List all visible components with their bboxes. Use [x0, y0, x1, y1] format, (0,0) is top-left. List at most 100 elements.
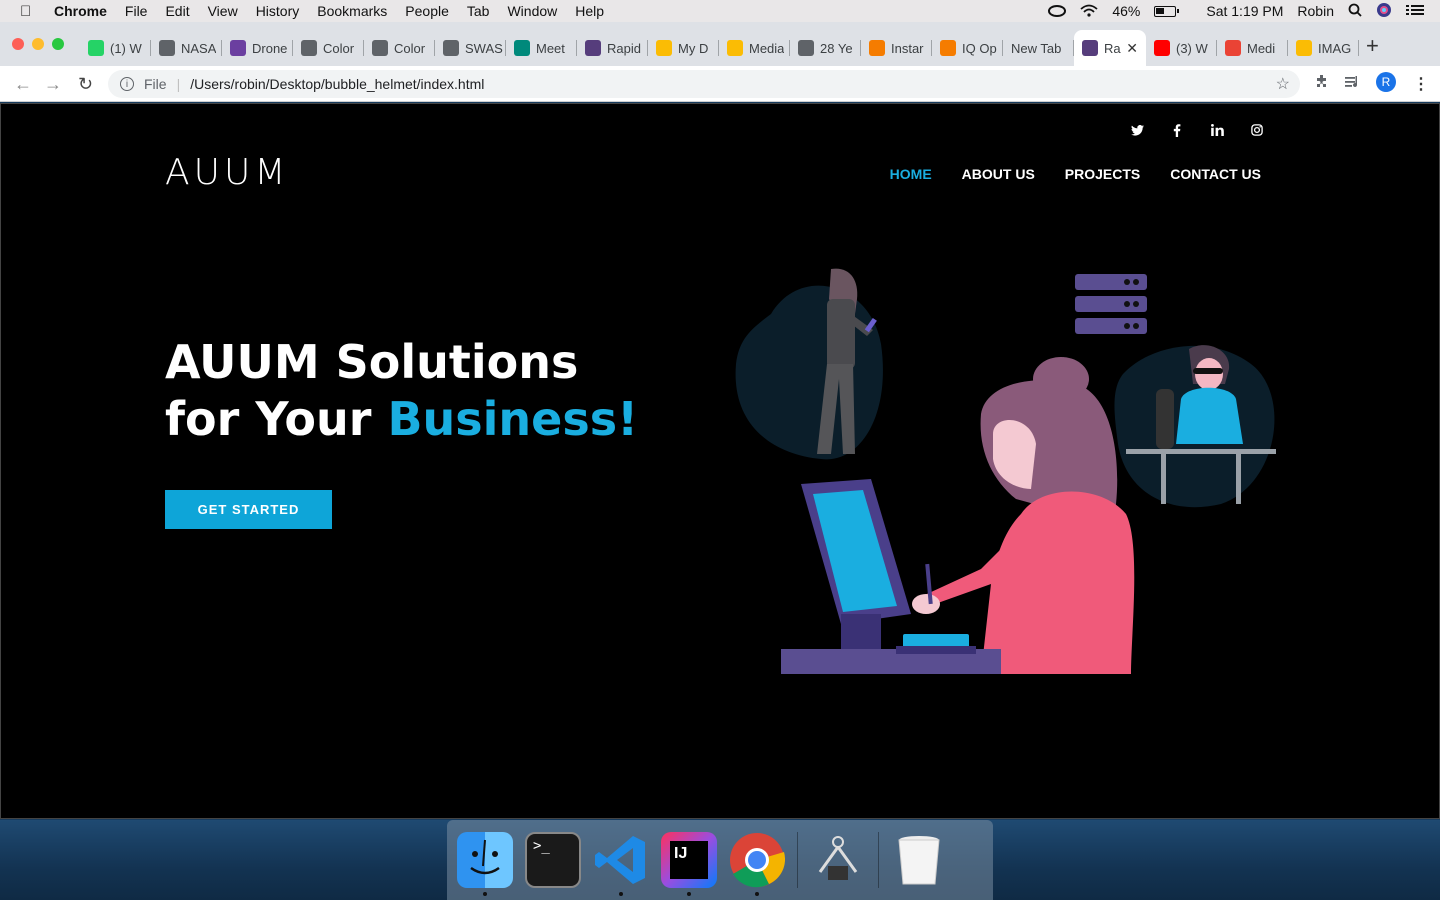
- twitter-icon[interactable]: [1131, 124, 1144, 140]
- tab[interactable]: Rapid: [577, 30, 648, 66]
- menu-tab[interactable]: Tab: [467, 3, 490, 19]
- back-arrow-icon[interactable]: ←: [14, 74, 32, 95]
- chrome-menu-icon[interactable]: ⋮: [1413, 74, 1429, 94]
- close-tab-icon[interactable]: ✕: [1126, 40, 1138, 57]
- tab-label: Medi: [1247, 40, 1276, 56]
- running-indicator: [619, 892, 623, 896]
- running-indicator: [755, 892, 759, 896]
- web-page-viewport: AUUM HOME ABOUT US PROJECTS CONTACT US A…: [0, 103, 1440, 819]
- main-person-figure: [912, 357, 1135, 674]
- tab[interactable]: Meet: [506, 30, 577, 66]
- tab-label: NASA: [181, 40, 217, 56]
- tab-label: Media: [749, 40, 785, 56]
- tab[interactable]: New Tab: [1003, 30, 1074, 66]
- tab[interactable]: IMAG: [1288, 30, 1359, 66]
- system-info-icon[interactable]: [810, 832, 866, 888]
- tab-label: IMAG: [1318, 40, 1352, 56]
- address-bar[interactable]: i File | /Users/robin/Desktop/bubble_hel…: [108, 70, 1300, 98]
- site-info-icon[interactable]: i: [120, 77, 134, 91]
- tab[interactable]: (3) W: [1146, 30, 1217, 66]
- url-separator: |: [176, 76, 181, 92]
- reload-icon[interactable]: ↻: [78, 74, 93, 95]
- menu-window[interactable]: Window: [507, 3, 557, 19]
- tab[interactable]: SWAS: [435, 30, 506, 66]
- vscode-icon[interactable]: [593, 832, 649, 896]
- whatsapp-icon: [88, 40, 104, 56]
- facebook-icon[interactable]: [1171, 124, 1183, 140]
- tab[interactable]: Medi: [1217, 30, 1288, 66]
- menu-history[interactable]: History: [256, 3, 300, 19]
- nav-home[interactable]: HOME: [890, 166, 932, 182]
- apple-menu-icon[interactable]: : [20, 3, 36, 20]
- menu-file[interactable]: File: [125, 3, 148, 19]
- tab[interactable]: Media: [719, 30, 790, 66]
- tab-label: Color: [323, 40, 355, 56]
- menu-view[interactable]: View: [208, 3, 238, 19]
- nav-about-us[interactable]: ABOUT US: [962, 166, 1035, 182]
- get-started-button[interactable]: GET STARTED: [165, 490, 332, 529]
- tab-label: (3) W: [1176, 40, 1208, 56]
- menu-clock[interactable]: Sat 1:19 PM: [1206, 3, 1283, 19]
- close-window-button[interactable]: [12, 38, 24, 50]
- new-tab-button[interactable]: +: [1366, 35, 1379, 57]
- wifi-icon[interactable]: [1080, 4, 1098, 18]
- menu-people[interactable]: People: [405, 3, 449, 19]
- menu-help[interactable]: Help: [575, 3, 604, 19]
- intellij-icon[interactable]: IJ: [661, 832, 717, 896]
- tab[interactable]: Color: [364, 30, 435, 66]
- spotlight-search-icon[interactable]: [1348, 3, 1362, 20]
- menu-user[interactable]: Robin: [1297, 3, 1334, 19]
- tab[interactable]: Color: [293, 30, 364, 66]
- dock-separator: [878, 832, 879, 888]
- tab-strip: (1) W NASA Drone Color Color SWAS Meet Rapid My …: [0, 22, 1440, 66]
- fullscreen-window-button[interactable]: [52, 38, 64, 50]
- globe-icon: [798, 40, 814, 56]
- nav-projects[interactable]: PROJECTS: [1065, 166, 1140, 182]
- dock-separator: [797, 832, 798, 888]
- forward-arrow-icon[interactable]: →: [44, 74, 62, 95]
- tab[interactable]: 28 Ye: [790, 30, 861, 66]
- notification-center-icon[interactable]: [1406, 3, 1424, 20]
- running-indicator: [483, 892, 487, 896]
- tab[interactable]: NASA: [151, 30, 222, 66]
- hero-title-accent: Business!: [387, 392, 639, 446]
- nav-contact-us[interactable]: CONTACT US: [1170, 166, 1261, 182]
- tab-label: Color: [394, 40, 426, 56]
- tab[interactable]: My D: [648, 30, 719, 66]
- browser-toolbar: ← → ↻ i File | /Users/robin/Desktop/bubb…: [0, 66, 1440, 102]
- site-logo[interactable]: AUUM: [165, 152, 289, 193]
- creative-cloud-icon[interactable]: [1048, 4, 1067, 18]
- terminal-icon[interactable]: >_: [525, 832, 581, 888]
- menu-bookmarks[interactable]: Bookmarks: [317, 3, 387, 19]
- tab-label: Meet: [536, 40, 565, 56]
- media-controls-icon[interactable]: [1344, 74, 1362, 95]
- battery-icon[interactable]: [1154, 5, 1180, 17]
- main-nav: HOME ABOUT US PROJECTS CONTACT US: [890, 166, 1261, 182]
- tab-label: Instar: [891, 40, 924, 56]
- menu-app-name[interactable]: Chrome: [54, 3, 107, 19]
- menu-edit[interactable]: Edit: [165, 3, 189, 19]
- url-path[interactable]: /Users/robin/Desktop/bubble_helmet/index…: [190, 76, 484, 92]
- bootstrap-icon: [1082, 40, 1098, 56]
- linkedin-icon[interactable]: [1211, 124, 1224, 140]
- drive-icon: [656, 40, 672, 56]
- tab[interactable]: (1) W: [80, 30, 151, 66]
- tab[interactable]: IQ Op: [932, 30, 1003, 66]
- chrome-icon[interactable]: [729, 832, 785, 896]
- window-controls: [12, 38, 64, 50]
- tab[interactable]: Drone: [222, 30, 293, 66]
- instagram-icon[interactable]: [1251, 124, 1263, 140]
- analytics-icon: [940, 40, 956, 56]
- minimize-window-button[interactable]: [32, 38, 44, 50]
- tab-active[interactable]: Ra ✕: [1074, 30, 1146, 66]
- profile-avatar[interactable]: R: [1376, 72, 1396, 92]
- trash-icon[interactable]: [891, 832, 947, 888]
- standing-person-bubble: [735, 285, 883, 460]
- server-stack-icon: [1075, 274, 1147, 334]
- siri-icon[interactable]: [1376, 2, 1392, 21]
- site-icon: [230, 40, 246, 56]
- extensions-icon[interactable]: [1314, 74, 1330, 95]
- tab[interactable]: Instar: [861, 30, 932, 66]
- finder-icon[interactable]: [457, 832, 513, 896]
- bookmark-star-icon[interactable]: ☆: [1276, 74, 1290, 94]
